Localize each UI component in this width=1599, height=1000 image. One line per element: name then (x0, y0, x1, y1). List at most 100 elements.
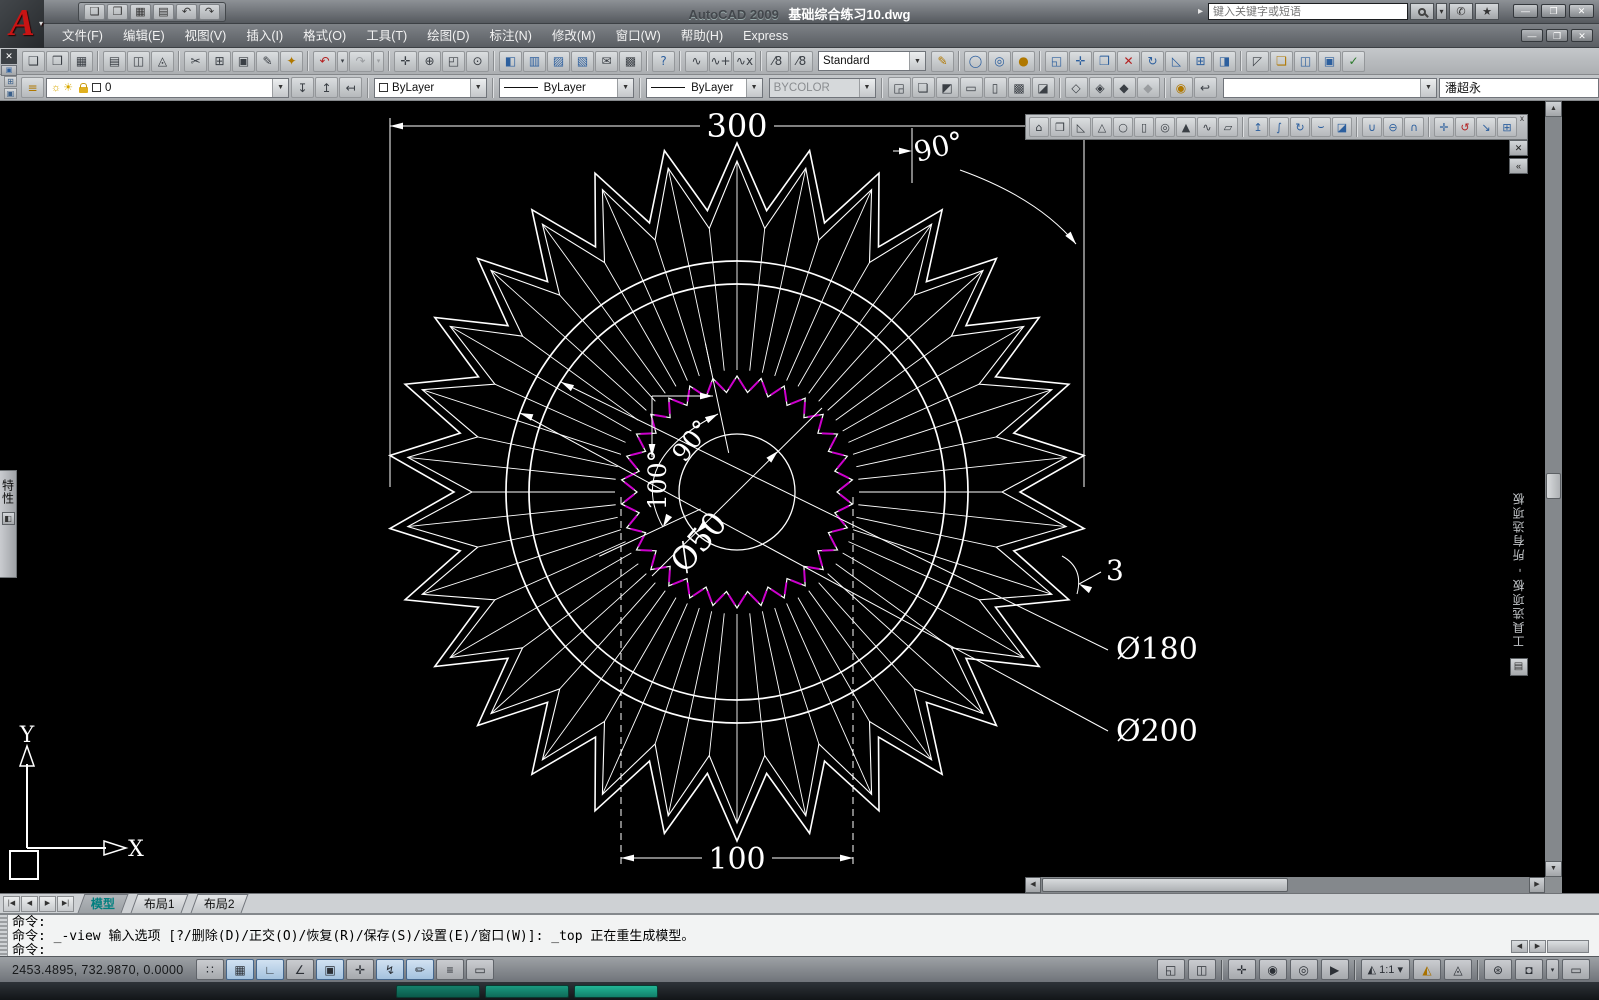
designcenter-icon[interactable]: ▥ (523, 50, 546, 72)
markup-icon[interactable]: ✉ (595, 50, 618, 72)
move-face-icon[interactable]: ✛ (1069, 50, 1092, 72)
revolve-icon[interactable]: ↻ (1290, 117, 1310, 137)
menu-item[interactable]: 帮助(H) (671, 24, 733, 48)
taskbar-item[interactable] (396, 984, 480, 998)
help-icon[interactable]: ? (652, 50, 675, 72)
color-combo[interactable]: ByLayer ▼ (374, 77, 487, 98)
delete-face-icon[interactable]: ✕ (1117, 50, 1140, 72)
copy-icon[interactable]: ⊞ (208, 50, 231, 72)
snap-toggle[interactable]: ∷ (196, 959, 224, 980)
annotation-visibility-button[interactable]: ◭ (1413, 959, 1441, 980)
doc-minimize-button[interactable]: — (1521, 29, 1543, 42)
lock-ui-button[interactable]: ◘ (1515, 959, 1543, 980)
named-view-combo[interactable]: ▼ (1222, 77, 1437, 98)
restore-button[interactable]: ❐ (1541, 4, 1566, 18)
redo-icon[interactable]: ↷ (199, 4, 220, 20)
undo-dropdown[interactable]: ▾ (337, 50, 348, 72)
publish-icon[interactable]: ◬ (151, 50, 174, 72)
dyn-toggle[interactable]: ✏ (406, 959, 434, 980)
clean-screen-button[interactable]: ▭ (1562, 959, 1590, 980)
box-conceptual-icon[interactable]: ▩ (1007, 77, 1031, 98)
scroll-right-icon[interactable]: ▶ (1529, 877, 1545, 893)
coordinates-readout[interactable]: 2453.4895, 732.9870, 0.0000 (0, 963, 195, 977)
sheetset-manager-icon[interactable]: ▧ (571, 50, 594, 72)
3d-align-icon[interactable]: ↘ (1476, 117, 1496, 137)
taskbar-item[interactable] (574, 984, 658, 998)
chevron-down-icon[interactable]: ▼ (272, 78, 289, 97)
pline-edit-icon[interactable]: ∿ (685, 50, 708, 72)
shade-gouraud-edges-icon[interactable]: ◆ (1136, 77, 1160, 98)
close-button[interactable]: ✕ (1569, 4, 1594, 18)
scroll-down-icon[interactable]: ▼ (1545, 861, 1562, 877)
pan-icon[interactable]: ✛ (394, 50, 417, 72)
layer-previous-icon[interactable]: ↥ (315, 77, 339, 98)
infocenter-expand-arrow[interactable]: ▸ (1198, 6, 1203, 17)
chevron-down-icon[interactable]: ▼ (745, 78, 762, 97)
rotate-face-icon[interactable]: ↻ (1141, 50, 1164, 72)
properties-panel-tab[interactable]: 特性 ◧ (0, 470, 17, 578)
box-icon[interactable]: ❒ (1050, 117, 1070, 137)
workspace-switch-button[interactable]: ⊛ (1484, 959, 1512, 980)
box-2d-wireframe-icon[interactable]: ❏ (911, 77, 935, 98)
scroll-track[interactable] (1288, 877, 1529, 893)
text-style-icon[interactable]: ⁄8 (790, 50, 813, 72)
osnap-toggle[interactable]: ▣ (316, 959, 344, 980)
loft-icon[interactable]: ⌣ (1311, 117, 1331, 137)
lineweight-combo[interactable]: ByLayer ▼ (646, 77, 763, 98)
drawing-canvas[interactable]: 300 100 90° 90° 100° Ø50 Ø180 Ø200 3 Y X ⌂ ❒ ◺ △ ○ ▯ ◎ ▲ ∿… (0, 101, 1599, 893)
union-icon[interactable]: ∪ (1362, 117, 1382, 137)
command-scroll-thumb[interactable] (1547, 940, 1589, 953)
auto-annotate-button[interactable]: ◬ (1444, 959, 1472, 980)
subtract-icon[interactable]: ⊖ (1383, 117, 1403, 137)
cone-icon[interactable]: △ (1092, 117, 1112, 137)
clean-solid-icon[interactable]: ❏ (1270, 50, 1293, 72)
layer-states-icon[interactable]: ↧ (291, 77, 315, 98)
ortho-toggle[interactable]: ∟ (256, 959, 284, 980)
qnew-icon[interactable]: ❑ (22, 50, 45, 72)
menu-item[interactable]: 格式(O) (293, 24, 356, 48)
camera-icon[interactable]: ◉ (1169, 77, 1193, 98)
box-realistic-icon[interactable]: ▯ (983, 77, 1007, 98)
layer-properties-manager-icon[interactable]: ≡ (21, 77, 44, 98)
make-object-layer-current-icon[interactable]: ↤ (339, 77, 363, 98)
modeling-toolbar-close-icon[interactable]: x (1518, 115, 1524, 123)
autocad-logo-icon[interactable]: A ▾ (0, 0, 44, 48)
search-input[interactable] (1208, 3, 1408, 20)
color-face-icon[interactable]: ◨ (1213, 50, 1236, 72)
quickcalc-icon[interactable]: ▩ (619, 50, 642, 72)
menu-item[interactable]: 插入(I) (236, 24, 293, 48)
save-icon[interactable]: ▦ (70, 50, 93, 72)
chevron-down-icon[interactable]: ▼ (1420, 78, 1436, 97)
menu-item[interactable]: 标注(N) (480, 24, 542, 48)
3d-rotate-icon[interactable]: ↺ (1455, 117, 1475, 137)
sphere-icon[interactable]: ○ (1113, 117, 1133, 137)
shell-icon[interactable]: ▣ (1318, 50, 1341, 72)
plot-icon[interactable]: ▤ (103, 50, 126, 72)
lwt-toggle[interactable]: ≡ (436, 959, 464, 980)
model-space-button[interactable]: ◱ (1156, 959, 1185, 980)
palette-properties-icon[interactable]: ▤ (1509, 657, 1528, 676)
shade-gouraud-icon[interactable]: ◈ (1088, 77, 1112, 98)
style-combo[interactable]: Standard ▼ (818, 51, 926, 71)
palette-autohide-icon[interactable]: « (1509, 158, 1528, 174)
block-editor-icon[interactable]: ✦ (280, 50, 303, 72)
open-icon[interactable]: ❒ (46, 50, 69, 72)
shade-flat-icon[interactable]: ◇ (1064, 77, 1088, 98)
steering-wheel-button[interactable]: ◎ (1289, 959, 1318, 980)
slice-icon[interactable]: ◪ (1332, 117, 1352, 137)
taskbar-item[interactable] (485, 984, 569, 998)
layout-space-button[interactable]: ◫ (1187, 959, 1216, 980)
comm-center-icon[interactable]: ✆ (1449, 3, 1473, 20)
polar-toggle[interactable]: ∠ (286, 959, 314, 980)
annotation-scale-button[interactable]: ◭ 1:1 ▾ (1360, 959, 1410, 980)
zoom-window-icon[interactable]: ◰ (442, 50, 465, 72)
palette-title[interactable]: 工具选项板 - 所有选项板 (1510, 491, 1527, 648)
grid-toggle[interactable]: ▦ (226, 959, 254, 980)
extrude-face-icon[interactable]: ◱ (1045, 50, 1068, 72)
presspull-icon[interactable]: ↥ (1248, 117, 1268, 137)
cylinder-icon[interactable]: ▯ (1134, 117, 1154, 137)
box-3d-hidden-icon[interactable]: ▭ (959, 77, 983, 98)
tab-first-button[interactable]: |◀ (3, 896, 20, 912)
doc-close-button[interactable]: ✕ (1571, 29, 1593, 42)
command-line-window[interactable]: 命令: 命令: _-view 输入选项 [?/删除(D)/正交(O)/恢复(R)/… (0, 913, 1599, 956)
